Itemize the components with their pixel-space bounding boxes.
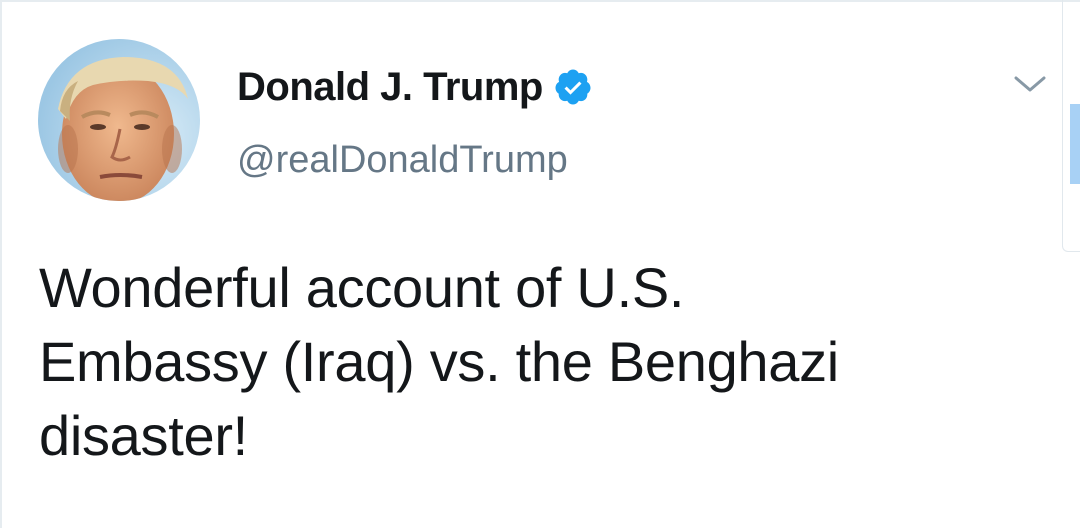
author-handle[interactable]: @realDonaldTrump	[237, 139, 568, 182]
chevron-down-icon[interactable]	[1012, 68, 1048, 98]
author-name-row[interactable]: Donald J. Trump	[237, 64, 593, 110]
verified-badge-icon	[553, 67, 593, 107]
scrollbar-thumb[interactable]	[1070, 104, 1080, 184]
tweet-text-line: Embassy (Iraq) vs. the Benghazi	[39, 330, 839, 393]
avatar[interactable]	[38, 39, 200, 201]
author-display-name[interactable]: Donald J. Trump	[237, 65, 543, 110]
tweet-text-line: Wonderful account of U.S.	[39, 256, 685, 319]
tweet-text: Wonderful account of U.S. Embassy (Iraq)…	[39, 251, 1039, 473]
left-border	[0, 0, 2, 528]
profile-photo-icon	[38, 39, 200, 201]
tweet-text-line: disaster!	[39, 404, 248, 467]
top-border	[0, 0, 1080, 2]
